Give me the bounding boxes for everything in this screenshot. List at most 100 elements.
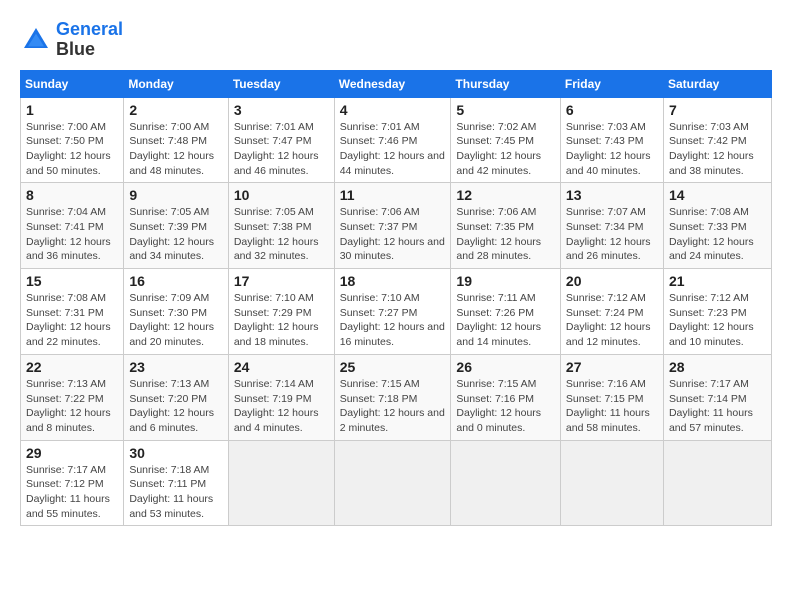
calendar-week-row: 1 Sunrise: 7:00 AMSunset: 7:50 PMDayligh… [21,97,772,183]
calendar-table: SundayMondayTuesdayWednesdayThursdayFrid… [20,70,772,527]
calendar-cell [663,440,771,526]
day-detail: Sunrise: 7:08 AMSunset: 7:31 PMDaylight:… [26,291,118,350]
day-number: 29 [26,445,118,461]
day-detail: Sunrise: 7:00 AMSunset: 7:48 PMDaylight:… [129,120,222,179]
day-number: 21 [669,273,766,289]
calendar-cell: 19 Sunrise: 7:11 AMSunset: 7:26 PMDaylig… [451,269,561,355]
calendar-cell: 12 Sunrise: 7:06 AMSunset: 7:35 PMDaylig… [451,183,561,269]
calendar-cell [451,440,561,526]
calendar-cell: 28 Sunrise: 7:17 AMSunset: 7:14 PMDaylig… [663,354,771,440]
calendar-cell: 30 Sunrise: 7:18 AMSunset: 7:11 PMDaylig… [124,440,228,526]
day-number: 9 [129,187,222,203]
day-detail: Sunrise: 7:17 AMSunset: 7:12 PMDaylight:… [26,463,118,522]
calendar-cell: 25 Sunrise: 7:15 AMSunset: 7:18 PMDaylig… [334,354,451,440]
day-number: 10 [234,187,329,203]
calendar-cell: 15 Sunrise: 7:08 AMSunset: 7:31 PMDaylig… [21,269,124,355]
calendar-cell: 26 Sunrise: 7:15 AMSunset: 7:16 PMDaylig… [451,354,561,440]
header: GeneralBlue [20,20,772,60]
calendar-week-row: 15 Sunrise: 7:08 AMSunset: 7:31 PMDaylig… [21,269,772,355]
day-number: 1 [26,102,118,118]
day-number: 19 [456,273,555,289]
calendar-cell [334,440,451,526]
calendar-header-row: SundayMondayTuesdayWednesdayThursdayFrid… [21,70,772,97]
calendar-cell [560,440,663,526]
day-number: 11 [340,187,446,203]
day-detail: Sunrise: 7:13 AMSunset: 7:20 PMDaylight:… [129,377,222,436]
day-detail: Sunrise: 7:10 AMSunset: 7:29 PMDaylight:… [234,291,329,350]
day-detail: Sunrise: 7:15 AMSunset: 7:16 PMDaylight:… [456,377,555,436]
day-detail: Sunrise: 7:01 AMSunset: 7:47 PMDaylight:… [234,120,329,179]
calendar-body: 1 Sunrise: 7:00 AMSunset: 7:50 PMDayligh… [21,97,772,526]
day-detail: Sunrise: 7:02 AMSunset: 7:45 PMDaylight:… [456,120,555,179]
calendar-cell: 9 Sunrise: 7:05 AMSunset: 7:39 PMDayligh… [124,183,228,269]
day-detail: Sunrise: 7:08 AMSunset: 7:33 PMDaylight:… [669,205,766,264]
calendar-cell: 24 Sunrise: 7:14 AMSunset: 7:19 PMDaylig… [228,354,334,440]
day-number: 26 [456,359,555,375]
day-number: 18 [340,273,446,289]
day-detail: Sunrise: 7:12 AMSunset: 7:23 PMDaylight:… [669,291,766,350]
calendar-week-row: 8 Sunrise: 7:04 AMSunset: 7:41 PMDayligh… [21,183,772,269]
day-header-sunday: Sunday [21,70,124,97]
calendar-cell: 4 Sunrise: 7:01 AMSunset: 7:46 PMDayligh… [334,97,451,183]
calendar-cell: 10 Sunrise: 7:05 AMSunset: 7:38 PMDaylig… [228,183,334,269]
day-detail: Sunrise: 7:17 AMSunset: 7:14 PMDaylight:… [669,377,766,436]
day-detail: Sunrise: 7:12 AMSunset: 7:24 PMDaylight:… [566,291,658,350]
calendar-cell: 18 Sunrise: 7:10 AMSunset: 7:27 PMDaylig… [334,269,451,355]
day-number: 20 [566,273,658,289]
day-number: 8 [26,187,118,203]
day-detail: Sunrise: 7:07 AMSunset: 7:34 PMDaylight:… [566,205,658,264]
calendar-week-row: 22 Sunrise: 7:13 AMSunset: 7:22 PMDaylig… [21,354,772,440]
day-number: 27 [566,359,658,375]
calendar-cell: 13 Sunrise: 7:07 AMSunset: 7:34 PMDaylig… [560,183,663,269]
day-header-friday: Friday [560,70,663,97]
day-detail: Sunrise: 7:15 AMSunset: 7:18 PMDaylight:… [340,377,446,436]
logo-text: GeneralBlue [56,20,123,60]
day-number: 24 [234,359,329,375]
day-header-wednesday: Wednesday [334,70,451,97]
day-number: 15 [26,273,118,289]
calendar-cell: 23 Sunrise: 7:13 AMSunset: 7:20 PMDaylig… [124,354,228,440]
day-detail: Sunrise: 7:05 AMSunset: 7:39 PMDaylight:… [129,205,222,264]
day-number: 25 [340,359,446,375]
day-number: 16 [129,273,222,289]
day-number: 3 [234,102,329,118]
day-number: 4 [340,102,446,118]
calendar-cell: 17 Sunrise: 7:10 AMSunset: 7:29 PMDaylig… [228,269,334,355]
calendar-week-row: 29 Sunrise: 7:17 AMSunset: 7:12 PMDaylig… [21,440,772,526]
day-detail: Sunrise: 7:01 AMSunset: 7:46 PMDaylight:… [340,120,446,179]
calendar-cell: 11 Sunrise: 7:06 AMSunset: 7:37 PMDaylig… [334,183,451,269]
day-detail: Sunrise: 7:14 AMSunset: 7:19 PMDaylight:… [234,377,329,436]
logo-icon [20,24,52,56]
calendar-cell: 14 Sunrise: 7:08 AMSunset: 7:33 PMDaylig… [663,183,771,269]
day-number: 17 [234,273,329,289]
day-detail: Sunrise: 7:10 AMSunset: 7:27 PMDaylight:… [340,291,446,350]
day-number: 28 [669,359,766,375]
day-number: 2 [129,102,222,118]
calendar-cell: 27 Sunrise: 7:16 AMSunset: 7:15 PMDaylig… [560,354,663,440]
day-detail: Sunrise: 7:03 AMSunset: 7:42 PMDaylight:… [669,120,766,179]
calendar-cell: 3 Sunrise: 7:01 AMSunset: 7:47 PMDayligh… [228,97,334,183]
day-detail: Sunrise: 7:16 AMSunset: 7:15 PMDaylight:… [566,377,658,436]
day-detail: Sunrise: 7:06 AMSunset: 7:37 PMDaylight:… [340,205,446,264]
calendar-cell: 21 Sunrise: 7:12 AMSunset: 7:23 PMDaylig… [663,269,771,355]
day-detail: Sunrise: 7:05 AMSunset: 7:38 PMDaylight:… [234,205,329,264]
day-number: 5 [456,102,555,118]
day-header-monday: Monday [124,70,228,97]
calendar-cell: 8 Sunrise: 7:04 AMSunset: 7:41 PMDayligh… [21,183,124,269]
day-detail: Sunrise: 7:04 AMSunset: 7:41 PMDaylight:… [26,205,118,264]
day-number: 22 [26,359,118,375]
calendar-cell: 16 Sunrise: 7:09 AMSunset: 7:30 PMDaylig… [124,269,228,355]
calendar-cell: 20 Sunrise: 7:12 AMSunset: 7:24 PMDaylig… [560,269,663,355]
day-number: 23 [129,359,222,375]
day-detail: Sunrise: 7:18 AMSunset: 7:11 PMDaylight:… [129,463,222,522]
calendar-cell: 22 Sunrise: 7:13 AMSunset: 7:22 PMDaylig… [21,354,124,440]
day-detail: Sunrise: 7:06 AMSunset: 7:35 PMDaylight:… [456,205,555,264]
calendar-cell: 2 Sunrise: 7:00 AMSunset: 7:48 PMDayligh… [124,97,228,183]
calendar-cell: 1 Sunrise: 7:00 AMSunset: 7:50 PMDayligh… [21,97,124,183]
day-number: 6 [566,102,658,118]
day-detail: Sunrise: 7:03 AMSunset: 7:43 PMDaylight:… [566,120,658,179]
day-header-tuesday: Tuesday [228,70,334,97]
day-number: 7 [669,102,766,118]
day-number: 14 [669,187,766,203]
day-detail: Sunrise: 7:13 AMSunset: 7:22 PMDaylight:… [26,377,118,436]
